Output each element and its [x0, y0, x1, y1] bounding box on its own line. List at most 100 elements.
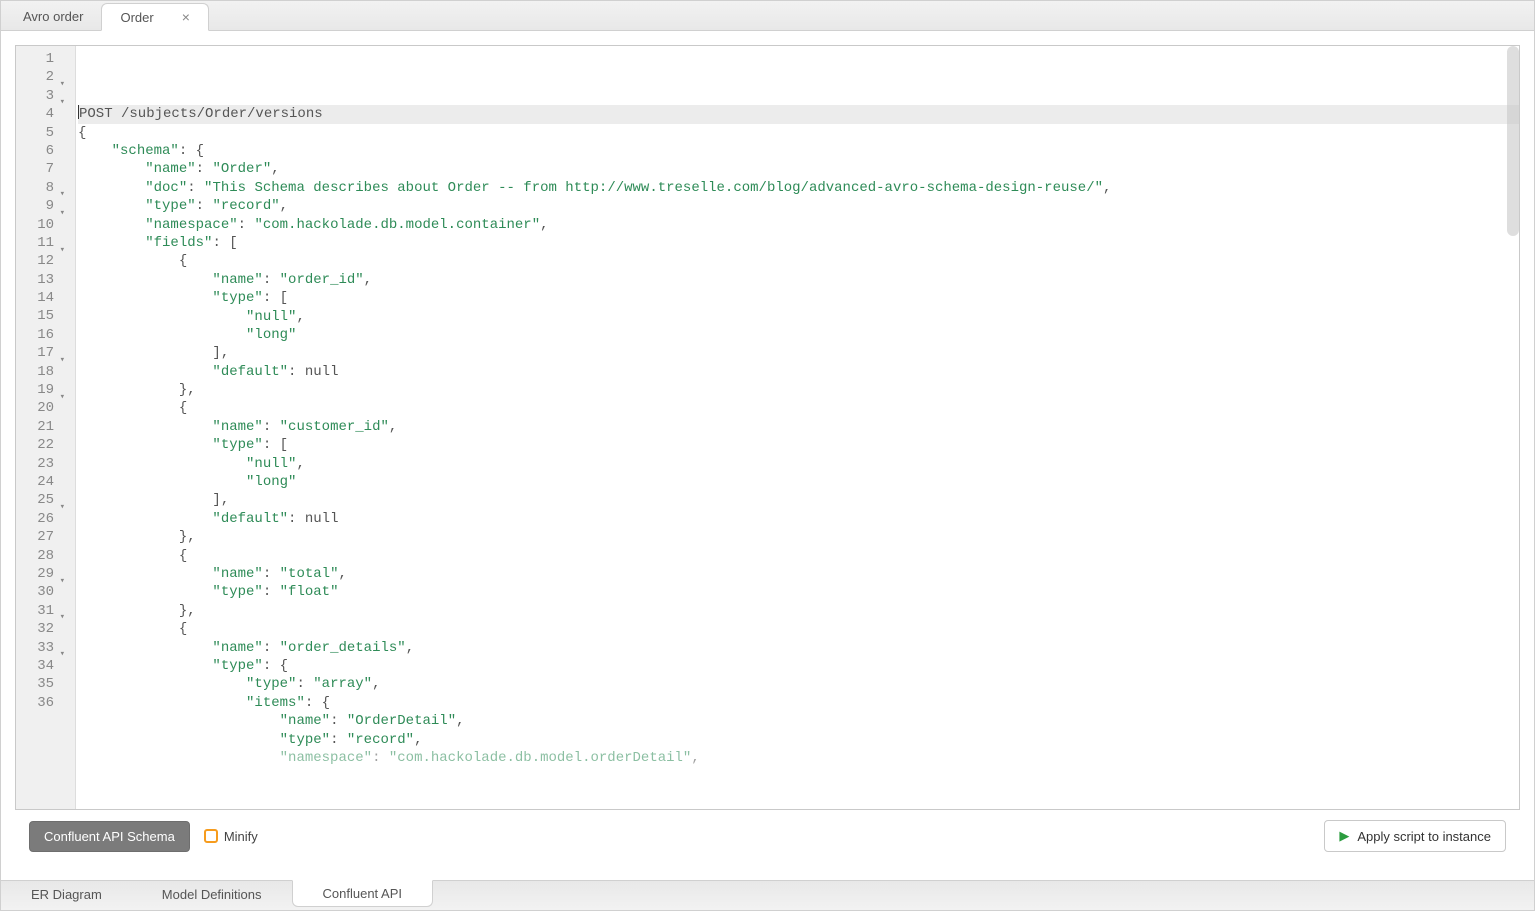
code-line[interactable]: "long" — [78, 326, 1519, 344]
fold-icon[interactable] — [58, 240, 65, 247]
bottom-tab-model-definitions[interactable]: Model Definitions — [132, 881, 292, 908]
line-number: 11 — [16, 234, 65, 252]
fold-icon[interactable] — [58, 184, 65, 191]
fold-icon[interactable] — [58, 92, 65, 99]
editor-panel: 1 2 3 4 5 6 7 8 9 10 11 12 13 14 15 16 1… — [1, 31, 1534, 880]
line-number: 34 — [16, 657, 65, 675]
line-number: 35 — [16, 675, 65, 693]
code-line[interactable]: "default": null — [78, 510, 1519, 528]
fold-icon[interactable] — [58, 607, 65, 614]
line-number: 28 — [16, 547, 65, 565]
close-icon[interactable]: × — [182, 10, 190, 24]
line-number: 31 — [16, 602, 65, 620]
code-line[interactable]: "type": "float" — [78, 583, 1519, 601]
fold-icon[interactable] — [58, 387, 65, 394]
code-line[interactable]: "default": null — [78, 363, 1519, 381]
line-number: 24 — [16, 473, 65, 491]
line-number: 27 — [16, 528, 65, 546]
line-number: 16 — [16, 326, 65, 344]
code-line[interactable]: ], — [78, 344, 1519, 362]
code-line[interactable]: "name": "total", — [78, 565, 1519, 583]
line-number: 21 — [16, 418, 65, 436]
code-line[interactable]: "type": { — [78, 657, 1519, 675]
fold-icon[interactable] — [58, 350, 65, 357]
fold-icon[interactable] — [58, 203, 65, 210]
line-number: 7 — [16, 160, 65, 178]
line-number: 15 — [16, 307, 65, 325]
code-line[interactable]: "namespace": "com.hackolade.db.model.ord… — [78, 749, 1519, 767]
line-number: 13 — [16, 271, 65, 289]
play-icon: ▶ — [1339, 828, 1349, 844]
line-number: 23 — [16, 455, 65, 473]
code-area[interactable]: POST /subjects/Order/versions{ "schema":… — [76, 46, 1519, 809]
code-line[interactable]: { — [78, 620, 1519, 638]
code-line[interactable]: }, — [78, 381, 1519, 399]
minify-label: Minify — [224, 829, 258, 844]
code-line[interactable]: ], — [78, 491, 1519, 509]
line-number: 17 — [16, 344, 65, 362]
fold-icon[interactable] — [58, 497, 65, 504]
line-number: 1 — [16, 50, 65, 68]
code-line[interactable]: "schema": { — [78, 142, 1519, 160]
apply-label: Apply script to instance — [1357, 829, 1491, 844]
app-window: Avro orderOrder× 1 2 3 4 5 6 7 8 9 10 11… — [0, 0, 1535, 911]
line-number: 36 — [16, 694, 65, 712]
top-tab-order[interactable]: Order × — [101, 3, 208, 31]
code-line[interactable]: }, — [78, 528, 1519, 546]
line-number: 25 — [16, 491, 65, 509]
code-line[interactable]: { — [78, 399, 1519, 417]
code-line[interactable]: { — [78, 547, 1519, 565]
code-line[interactable]: "name": "OrderDetail", — [78, 712, 1519, 730]
code-line[interactable]: "name": "order_id", — [78, 271, 1519, 289]
apply-script-button[interactable]: ▶ Apply script to instance — [1324, 820, 1506, 852]
code-line[interactable]: }, — [78, 602, 1519, 620]
line-number: 20 — [16, 399, 65, 417]
tab-label: Avro order — [23, 9, 83, 24]
line-number: 12 — [16, 252, 65, 270]
checkbox-icon — [204, 829, 218, 843]
line-number: 19 — [16, 381, 65, 399]
code-line[interactable]: POST /subjects/Order/versions — [78, 105, 1519, 123]
left-controls: Confluent API Schema Minify — [29, 821, 258, 852]
code-line[interactable]: "name": "order_details", — [78, 639, 1519, 657]
line-number: 33 — [16, 639, 65, 657]
bottom-tab-confluent-api[interactable]: Confluent API — [292, 880, 434, 907]
vertical-scrollbar[interactable] — [1507, 46, 1519, 236]
code-line[interactable]: "null", — [78, 455, 1519, 473]
code-line[interactable]: "type": "record", — [78, 197, 1519, 215]
code-line[interactable]: "doc": "This Schema describes about Orde… — [78, 179, 1519, 197]
fold-icon[interactable] — [58, 644, 65, 651]
code-line[interactable]: "name": "Order", — [78, 160, 1519, 178]
line-number: 30 — [16, 583, 65, 601]
code-line[interactable]: "fields": [ — [78, 234, 1519, 252]
code-line[interactable]: "long" — [78, 473, 1519, 491]
line-number: 10 — [16, 216, 65, 234]
line-number: 2 — [16, 68, 65, 86]
fold-icon[interactable] — [58, 74, 65, 81]
code-line[interactable]: "type": "array", — [78, 675, 1519, 693]
code-line[interactable]: "type": [ — [78, 436, 1519, 454]
line-number: 5 — [16, 124, 65, 142]
line-number: 32 — [16, 620, 65, 638]
code-line[interactable]: "namespace": "com.hackolade.db.model.con… — [78, 216, 1519, 234]
code-line[interactable]: "type": [ — [78, 289, 1519, 307]
top-tab-bar: Avro order Order × — [1, 1, 1534, 31]
code-line[interactable]: "items": { — [78, 694, 1519, 712]
code-editor[interactable]: 1 2 3 4 5 6 7 8 9 10 11 12 13 14 15 16 1… — [15, 45, 1520, 810]
fold-icon[interactable] — [58, 571, 65, 578]
code-line[interactable]: "name": "customer_id", — [78, 418, 1519, 436]
tab-label: Model Definitions — [162, 887, 262, 902]
tab-label: Confluent API — [323, 886, 403, 901]
top-tab-avro-order[interactable]: Avro order — [5, 2, 101, 30]
tab-label: ER Diagram — [31, 887, 102, 902]
minify-checkbox[interactable]: Minify — [204, 829, 258, 844]
code-line[interactable]: "type": "record", — [78, 731, 1519, 749]
code-line[interactable]: "null", — [78, 308, 1519, 326]
line-number: 26 — [16, 510, 65, 528]
code-line[interactable]: { — [78, 124, 1519, 142]
bottom-tab-bar: ER Diagram Model Definitions Confluent API — [1, 880, 1534, 910]
bottom-tab-er-diagram[interactable]: ER Diagram — [1, 881, 132, 908]
code-line[interactable]: { — [78, 252, 1519, 270]
confluent-api-schema-button[interactable]: Confluent API Schema — [29, 821, 190, 852]
tab-label: Order — [120, 10, 153, 25]
